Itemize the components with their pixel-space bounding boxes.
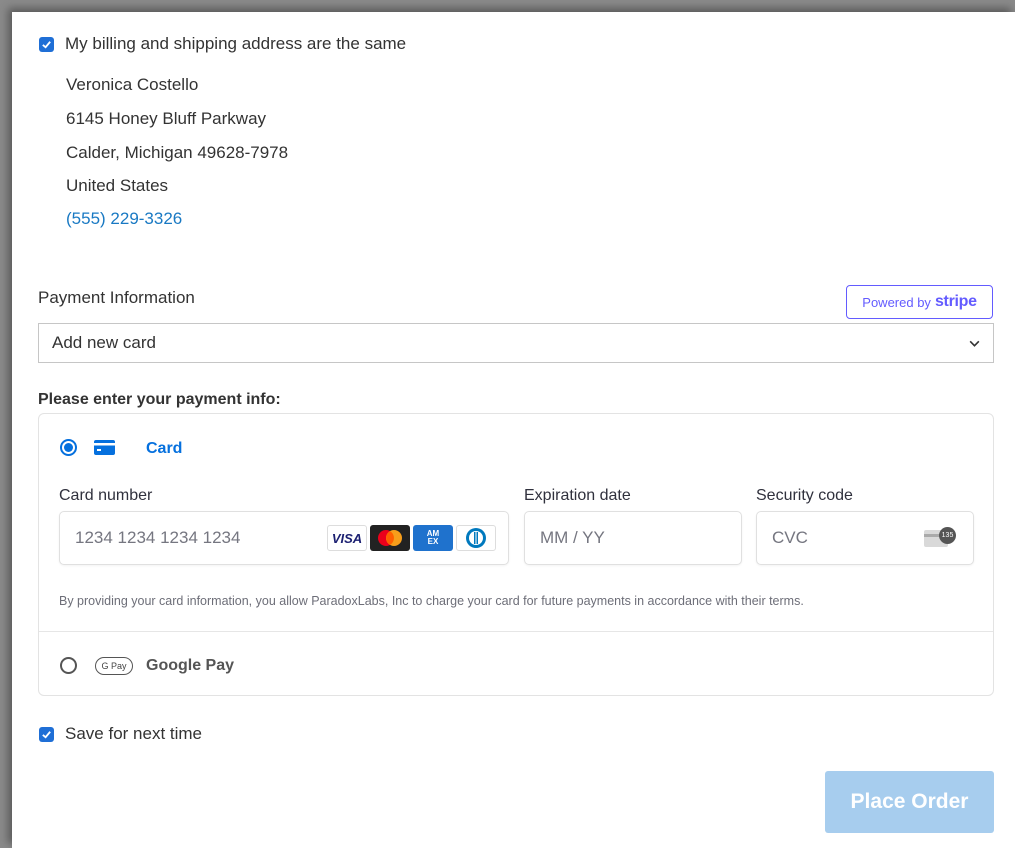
- card-terms-text: By providing your card information, you …: [59, 594, 804, 608]
- google-pay-radio[interactable]: [60, 657, 77, 674]
- google-pay-icon: G Pay: [95, 657, 133, 675]
- address-city: Calder, Michigan 49628-7978: [66, 143, 289, 162]
- chevron-down-icon: [969, 340, 980, 347]
- card-brand-icons: VISA AM EX: [327, 525, 496, 551]
- security-code-placeholder: CVC: [772, 528, 808, 547]
- address-phone-link[interactable]: (555) 229-3326: [66, 209, 182, 229]
- amex-icon: AM EX: [413, 525, 453, 551]
- diners-club-icon: [456, 525, 496, 551]
- mastercard-icon: [370, 525, 410, 551]
- google-pay-label[interactable]: Google Pay: [146, 657, 234, 675]
- cvc-badge: 135: [939, 527, 956, 544]
- saved-card-select-value: Add new card: [52, 333, 156, 352]
- expiration-label: Expiration date: [524, 487, 631, 504]
- card-number-placeholder: 1234 1234 1234 1234: [75, 528, 241, 547]
- amex-text: AM EX: [426, 529, 440, 546]
- cvc-card-icon: 135: [924, 527, 956, 549]
- checkmark-icon: [42, 731, 51, 739]
- powered-by-text: Powered by: [862, 294, 931, 310]
- same-address-label[interactable]: My billing and shipping address are the …: [65, 34, 406, 54]
- address-street: 6145 Honey Bluff Parkway: [66, 109, 267, 128]
- credit-card-icon: [94, 440, 115, 455]
- checkout-payment-window: My billing and shipping address are the …: [12, 12, 1015, 848]
- visa-icon: VISA: [327, 525, 367, 551]
- card-number-label: Card number: [59, 487, 153, 504]
- payment-info-heading: Please enter your payment info:: [38, 391, 281, 408]
- card-radio[interactable]: [60, 439, 77, 456]
- powered-by-stripe-badge[interactable]: Powered by stripe: [846, 285, 993, 319]
- google-pay-badge-text: G Pay: [101, 661, 127, 671]
- payment-information-title: Payment Information: [38, 288, 195, 307]
- checkmark-icon: [42, 41, 51, 49]
- stripe-logo: stripe: [934, 293, 977, 310]
- security-code-label: Security code: [756, 487, 853, 504]
- save-for-next-time-label[interactable]: Save for next time: [65, 724, 202, 744]
- card-tab-label[interactable]: Card: [146, 440, 182, 458]
- security-code-input[interactable]: CVC 135: [756, 511, 974, 565]
- address-name: Veronica Costello: [66, 75, 199, 94]
- expiration-placeholder: MM / YY: [540, 528, 605, 547]
- payment-methods-divider: [39, 631, 993, 632]
- address-country: United States: [66, 176, 169, 195]
- visa-text: VISA: [331, 530, 363, 546]
- payment-element: Card Card number 1234 1234 1234 1234 VIS…: [38, 413, 994, 696]
- save-for-next-time-checkbox[interactable]: [39, 727, 54, 742]
- expiration-input[interactable]: MM / YY: [524, 511, 742, 565]
- same-address-checkbox[interactable]: [39, 37, 54, 52]
- place-order-button[interactable]: Place Order: [825, 771, 994, 833]
- saved-card-select[interactable]: Add new card: [38, 323, 994, 363]
- card-number-input[interactable]: 1234 1234 1234 1234 VISA AM EX: [59, 511, 509, 565]
